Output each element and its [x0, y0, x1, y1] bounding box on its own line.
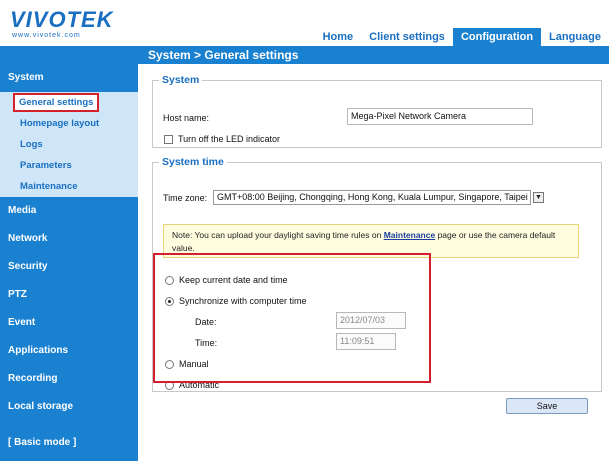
main-content: System Host name: Mega-Pixel Network Cam… — [140, 64, 609, 461]
system-fieldset: System Host name: Mega-Pixel Network Cam… — [152, 74, 602, 148]
sidebar-item-parameters[interactable]: Parameters — [0, 155, 138, 176]
note-text-before: Note: You can upload your daylight savin… — [172, 230, 384, 240]
sidebar-submenu-system: General settings Homepage layout Logs Pa… — [0, 92, 138, 197]
sidebar-item-local-storage[interactable]: Local storage — [0, 393, 138, 421]
maintenance-link[interactable]: Maintenance — [384, 230, 436, 240]
tab-configuration[interactable]: Configuration — [452, 28, 542, 46]
highlight-box — [153, 253, 431, 383]
sidebar-item-logs[interactable]: Logs — [0, 134, 138, 155]
system-legend: System — [162, 74, 200, 86]
save-button[interactable]: Save — [506, 398, 588, 414]
sidebar-item-applications[interactable]: Applications — [0, 337, 138, 365]
host-name-label: Host name: — [163, 113, 210, 123]
sidebar-item-event[interactable]: Event — [0, 309, 138, 337]
vivotek-logo[interactable]: VIVOTEK www.vivotek.com — [10, 8, 120, 40]
page: VIVOTEK www.vivotek.com Home Client sett… — [0, 0, 609, 461]
sidebar-item-ptz[interactable]: PTZ — [0, 281, 138, 309]
page-title: System > General settings — [140, 46, 609, 64]
sidebar-item-homepage-layout[interactable]: Homepage layout — [0, 113, 138, 134]
timezone-select[interactable]: GMT+08:00 Beijing, Chongqing, Hong Kong,… — [213, 190, 531, 205]
led-checkbox[interactable] — [164, 135, 173, 144]
sidebar-item-media[interactable]: Media — [0, 197, 138, 225]
chevron-down-icon[interactable]: ▼ — [533, 192, 544, 203]
timezone-label: Time zone: — [163, 193, 208, 203]
tab-language[interactable]: Language — [541, 28, 609, 46]
tab-home[interactable]: Home — [315, 28, 362, 46]
logo-text: VIVOTEK — [10, 7, 114, 32]
sidebar-item-general-settings-label: General settings — [13, 93, 100, 112]
sidebar-item-security[interactable]: Security — [0, 253, 138, 281]
top-nav: Home Client settings Configuration Langu… — [315, 28, 609, 46]
sidebar: System General settings Homepage layout … — [0, 64, 138, 461]
tab-client-settings[interactable]: Client settings — [361, 28, 453, 46]
title-strip-left — [0, 46, 140, 64]
system-time-legend: System time — [162, 156, 224, 168]
header: VIVOTEK www.vivotek.com Home Client sett… — [0, 0, 609, 46]
led-label: Turn off the LED indicator — [178, 134, 281, 144]
basic-mode-link[interactable]: [ Basic mode ] — [0, 429, 138, 457]
sidebar-item-general-settings[interactable]: General settings — [0, 92, 138, 113]
host-name-input[interactable]: Mega-Pixel Network Camera — [347, 108, 533, 125]
sidebar-item-recording[interactable]: Recording — [0, 365, 138, 393]
sidebar-item-maintenance[interactable]: Maintenance — [0, 176, 138, 197]
sidebar-item-system[interactable]: System — [0, 64, 138, 92]
logo-subtext: www.vivotek.com — [12, 32, 81, 39]
sidebar-item-network[interactable]: Network — [0, 225, 138, 253]
